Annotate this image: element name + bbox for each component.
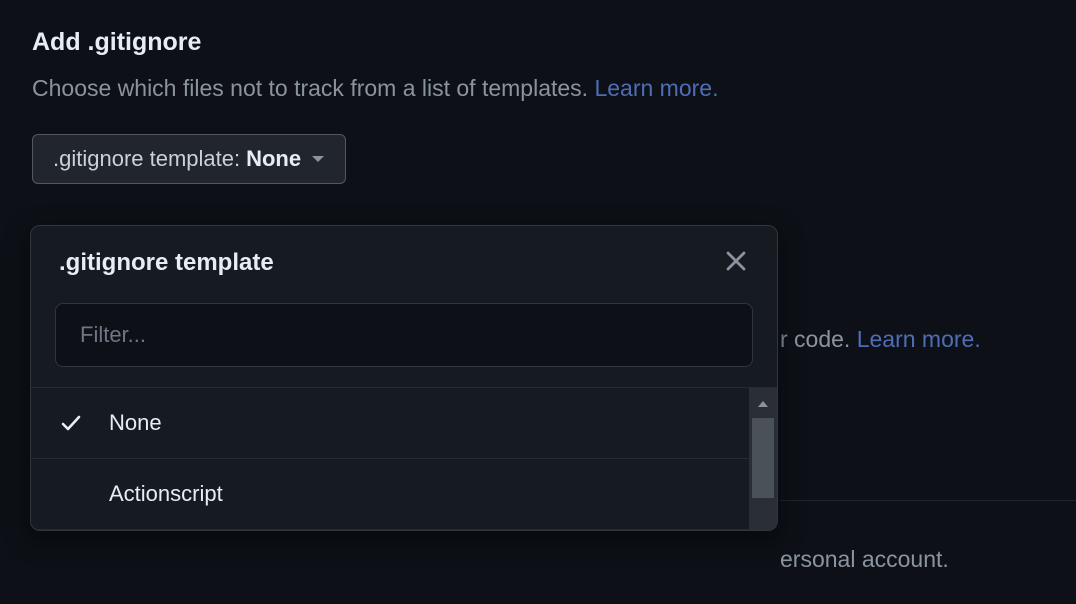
option-none[interactable]: None bbox=[31, 388, 777, 459]
section-description-text: Choose which files not to track from a l… bbox=[32, 75, 594, 101]
learn-more-link-license[interactable]: Learn more. bbox=[857, 326, 981, 352]
section-title: Add .gitignore bbox=[0, 0, 1076, 65]
learn-more-link[interactable]: Learn more. bbox=[594, 75, 718, 101]
dropdown-value: None bbox=[246, 146, 301, 172]
section-description: Choose which files not to track from a l… bbox=[0, 65, 1076, 106]
dropdown-label: .gitignore template: bbox=[53, 146, 240, 172]
option-actionscript[interactable]: Actionscript bbox=[31, 459, 777, 530]
gitignore-template-dropdown[interactable]: .gitignore template: None bbox=[32, 134, 346, 184]
filter-input[interactable] bbox=[55, 303, 753, 367]
popup-title: .gitignore template bbox=[59, 249, 274, 277]
scrollbar-up-icon[interactable] bbox=[757, 396, 769, 414]
gitignore-template-popup: .gitignore template None Actionscript bbox=[30, 225, 778, 531]
option-label: Actionscript bbox=[109, 481, 749, 507]
close-button[interactable] bbox=[723, 248, 749, 277]
section-divider bbox=[780, 500, 1076, 501]
options-list: None Actionscript bbox=[31, 387, 777, 530]
background-text-account: ersonal account. bbox=[780, 546, 949, 573]
background-text-license: r code. Learn more. bbox=[780, 326, 981, 353]
bg-text-fragment: r code. bbox=[780, 326, 857, 352]
caret-down-icon bbox=[311, 154, 325, 164]
scrollbar[interactable] bbox=[749, 388, 777, 530]
option-label: None bbox=[109, 410, 749, 436]
filter-row bbox=[31, 295, 777, 387]
scrollbar-thumb[interactable] bbox=[752, 418, 774, 498]
check-icon bbox=[59, 411, 109, 435]
close-icon bbox=[725, 250, 747, 275]
popup-header: .gitignore template bbox=[31, 226, 777, 295]
